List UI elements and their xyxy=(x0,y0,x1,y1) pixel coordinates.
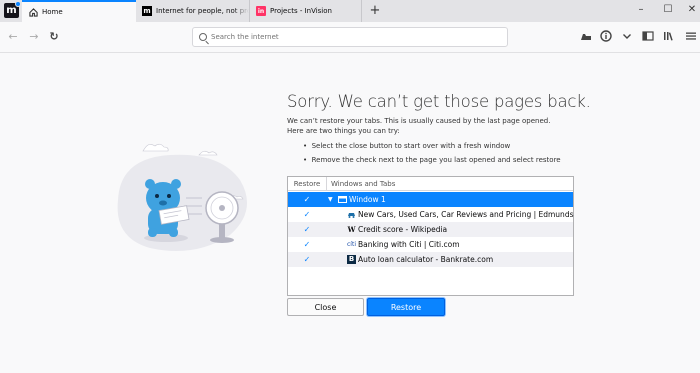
chevron-down-icon[interactable] xyxy=(620,30,634,44)
url-bar[interactable] xyxy=(192,27,508,47)
restore-checkbox[interactable]: ✓ xyxy=(301,252,313,267)
twisty-down-icon[interactable]: ▼ xyxy=(328,192,333,207)
minimize-button[interactable]: – xyxy=(633,2,649,18)
tab-title: Banking with Citi | Citi.com xyxy=(358,240,460,249)
restore-checkbox[interactable]: ✓ xyxy=(301,207,313,222)
suggestion-text: Remove the check next to the page you la… xyxy=(311,156,561,164)
reload-button[interactable]: ↻ xyxy=(47,30,61,44)
tab-strip: m Home m Internet for people, not profit… xyxy=(0,0,700,22)
column-header-restore[interactable]: Restore xyxy=(288,177,327,191)
tab-mozilla[interactable]: m Internet for people, not profit — Mo xyxy=(136,0,250,22)
window-row[interactable]: ✓ ▼ Window 1 xyxy=(288,192,573,207)
tab-title: New Cars, Used Cars, Car Reviews and Pri… xyxy=(358,210,574,219)
mozilla-m-icon[interactable]: m xyxy=(4,1,21,18)
wikipedia-w-icon: W xyxy=(347,225,356,234)
page-title: Sorry. We can’t get those pages back. xyxy=(287,92,591,111)
tab-row[interactable]: ✓ B Auto loan calculator - Bankrate.com xyxy=(288,252,573,267)
forward-button[interactable]: → xyxy=(27,30,41,44)
hamburger-menu-icon[interactable] xyxy=(684,30,698,44)
restore-checkbox[interactable]: ✓ xyxy=(301,237,313,252)
restore-checkbox[interactable]: ✓ xyxy=(301,192,313,207)
tab-row[interactable]: ✓ W Credit score - Wikipedia xyxy=(288,222,573,237)
info-circle-icon[interactable] xyxy=(599,30,613,44)
notification-dot xyxy=(15,1,21,7)
sad-bear-illustration xyxy=(100,140,260,260)
search-icon xyxy=(199,33,207,41)
citi-icon: cíti xyxy=(347,241,356,248)
edmunds-car-icon xyxy=(347,210,356,219)
new-tab-button[interactable]: + xyxy=(368,2,382,20)
tab-label: Projects - InVision xyxy=(270,7,332,15)
firefox-home-icon xyxy=(28,7,38,17)
tab-fade xyxy=(233,0,249,22)
restore-checkbox[interactable]: ✓ xyxy=(301,222,313,237)
maximize-button[interactable]: ☐ xyxy=(660,2,676,18)
sidebar-icon[interactable] xyxy=(641,30,655,44)
bookmarks-library-icon[interactable] xyxy=(662,30,676,44)
tab-row[interactable]: ✓ New Cars, Used Cars, Car Reviews and P… xyxy=(288,207,574,222)
window-label: Window 1 xyxy=(349,195,386,204)
suggestion-bullet: • Select the close button to start over … xyxy=(303,142,511,150)
tab-title: Credit score - Wikipedia xyxy=(358,225,448,234)
tab-invision[interactable]: in Projects - InVision xyxy=(250,0,362,22)
tab-home[interactable]: Home xyxy=(22,0,136,22)
suggestion-text: Select the close button to start over wi… xyxy=(311,142,511,150)
tree-header: Restore Windows and Tabs xyxy=(288,177,573,191)
back-button[interactable]: ← xyxy=(6,30,20,44)
window-icon xyxy=(338,195,347,204)
close-window-button[interactable]: ✕ xyxy=(684,2,700,18)
intro-text: We can’t restore your tabs. This is usua… xyxy=(287,117,551,125)
intro-text: Here are two things you can try: xyxy=(287,127,400,135)
tab-title: Auto loan calculator - Bankrate.com xyxy=(358,255,494,264)
session-restore-tree[interactable]: Restore Windows and Tabs ✓ ▼ Window 1 ✓ … xyxy=(287,176,574,296)
tab-label: Home xyxy=(42,8,63,16)
bankrate-b-icon: B xyxy=(347,255,356,264)
library-shelf-icon[interactable] xyxy=(579,30,593,44)
mozilla-m-icon: m xyxy=(142,6,152,16)
search-input[interactable] xyxy=(211,33,491,41)
suggestion-bullet: • Remove the check next to the page you … xyxy=(303,156,561,164)
column-header-windows[interactable]: Windows and Tabs xyxy=(331,177,395,191)
tab-row[interactable]: ✓ cíti Banking with Citi | Citi.com xyxy=(288,237,573,252)
navigation-toolbar: ← → ↻ xyxy=(0,22,700,53)
restore-button[interactable]: Restore xyxy=(367,298,445,316)
invision-in-icon: in xyxy=(256,6,266,16)
close-button[interactable]: Close xyxy=(287,298,364,316)
